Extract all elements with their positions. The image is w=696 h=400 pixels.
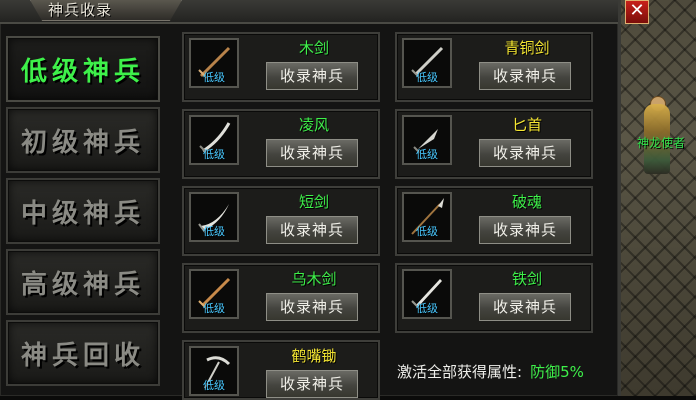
item-name: 匕首 — [511, 116, 542, 134]
item-name: 乌木剑 — [291, 270, 337, 288]
panel-title: 神兵收录 — [48, 1, 113, 19]
collect-weapon-button[interactable]: 收录神兵 — [266, 139, 358, 167]
close-button[interactable]: ✕ — [625, 0, 649, 24]
item-slot[interactable]: 低级 — [189, 192, 239, 242]
item-card: 低级 破魂 收录神兵 — [395, 186, 593, 256]
item-card: 低级 木剑 收录神兵 — [182, 32, 380, 102]
grade-label: 低级 — [203, 302, 225, 315]
item-card: 低级 匕首 收录神兵 — [395, 109, 593, 179]
grade-label: 低级 — [416, 225, 438, 238]
tab-recycle[interactable]: 神兵回收 — [6, 320, 160, 386]
npc-name-label: 神龙使者 — [636, 136, 685, 150]
collect-weapon-button[interactable]: 收录神兵 — [479, 293, 571, 321]
item-name: 木剑 — [298, 39, 329, 57]
grade-label: 低级 — [416, 148, 438, 161]
tab-high-grade[interactable]: 高级神兵 — [6, 249, 160, 315]
item-slot[interactable]: 低级 — [189, 115, 239, 165]
grade-label: 低级 — [203, 379, 225, 392]
item-name: 铁剑 — [511, 270, 542, 288]
item-name: 短剑 — [298, 193, 329, 211]
collect-weapon-button[interactable]: 收录神兵 — [266, 293, 358, 321]
tab-beginner-grade[interactable]: 初级神兵 — [6, 107, 160, 173]
item-card: 低级 短剑 收录神兵 — [182, 186, 380, 256]
item-slot[interactable]: 低级 — [402, 192, 452, 242]
collect-weapon-button[interactable]: 收录神兵 — [479, 139, 571, 167]
item-name: 鹤嘴锄 — [291, 347, 337, 365]
item-card: 低级 乌木剑 收录神兵 — [182, 263, 380, 333]
item-card: 低级 铁剑 收录神兵 — [395, 263, 593, 333]
grade-label: 低级 — [203, 148, 225, 161]
item-slot[interactable]: 低级 — [402, 38, 452, 88]
collect-weapon-button[interactable]: 收录神兵 — [266, 216, 358, 244]
item-name: 凌风 — [298, 116, 329, 134]
activation-bonus-label: 激活全部获得属性: — [397, 363, 523, 381]
grade-label: 低级 — [416, 71, 438, 84]
collect-weapon-button[interactable]: 收录神兵 — [266, 62, 358, 90]
item-slot[interactable]: 低级 — [402, 115, 452, 165]
item-slot[interactable]: 低级 — [189, 269, 239, 319]
activation-bonus-value: 防御5% — [530, 363, 584, 381]
tab-low-grade[interactable]: 低级神兵 — [6, 36, 160, 102]
grade-label: 低级 — [203, 225, 225, 238]
collect-weapon-button[interactable]: 收录神兵 — [266, 370, 358, 398]
grade-label: 低级 — [203, 71, 225, 84]
game-world-background — [614, 0, 696, 396]
tab-mid-grade[interactable]: 中级神兵 — [6, 178, 160, 244]
weapon-collection-panel: 神兵收录 低级神兵 初级神兵 中级神兵 高级神兵 神兵回收 低级 木剑 收录神兵… — [0, 0, 621, 400]
item-card: 低级 鹤嘴锄 收录神兵 — [182, 340, 380, 400]
item-name: 青铜剑 — [504, 39, 550, 57]
item-slot[interactable]: 低级 — [402, 269, 452, 319]
collect-weapon-button[interactable]: 收录神兵 — [479, 62, 571, 90]
collect-weapon-button[interactable]: 收录神兵 — [479, 216, 571, 244]
activation-bonus: 激活全部获得属性: 防御5% — [397, 361, 584, 382]
item-slot[interactable]: 低级 — [189, 38, 239, 88]
grade-label: 低级 — [416, 302, 438, 315]
item-name: 破魂 — [511, 193, 542, 211]
item-card: 低级 凌风 收录神兵 — [182, 109, 380, 179]
item-slot[interactable]: 低级 — [189, 346, 239, 396]
item-card: 低级 青铜剑 收录神兵 — [395, 32, 593, 102]
